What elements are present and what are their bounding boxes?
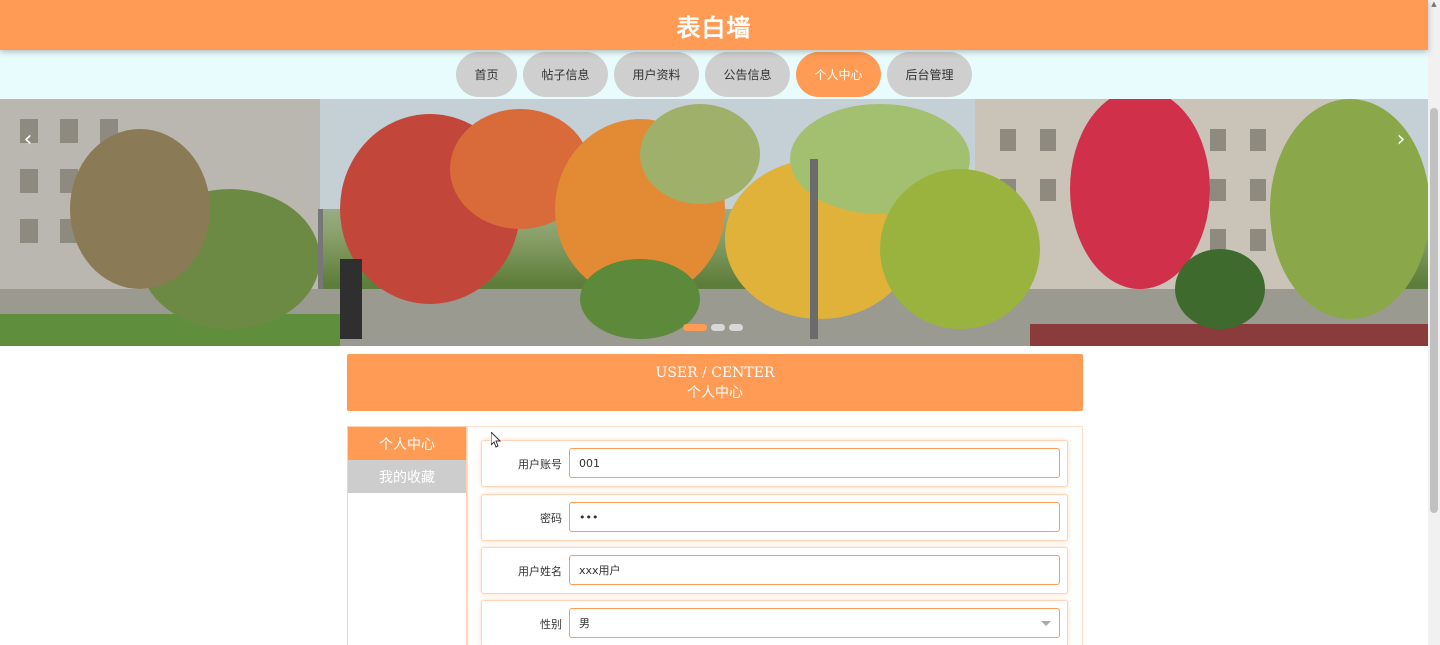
carousel-indicators: [683, 324, 743, 331]
user-sidebar: 个人中心 我的收藏: [347, 426, 467, 645]
carousel-prev-icon[interactable]: ‹: [16, 127, 40, 152]
name-input[interactable]: xxx用户: [569, 555, 1060, 585]
form-row-password: 密码 •••: [481, 494, 1068, 541]
page: 表白墙 首页 帖子信息 用户资料 公告信息 个人中心 后台管理 ‹ › USER…: [0, 0, 1440, 645]
page-scrollbar[interactable]: ▲: [1428, 0, 1440, 645]
carousel-dot[interactable]: [729, 324, 743, 331]
nav-admin[interactable]: 后台管理: [887, 52, 972, 97]
gender-label: 性别: [540, 617, 562, 631]
section-title-cn: 个人中心: [687, 384, 743, 401]
site-header: 表白墙: [0, 0, 1428, 50]
mouse-cursor-icon: [491, 432, 501, 448]
nav-user-center[interactable]: 个人中心: [796, 52, 881, 97]
carousel-next-icon[interactable]: ›: [1389, 127, 1413, 152]
form-row-gender: 性别 男: [481, 600, 1068, 645]
password-input[interactable]: •••: [569, 502, 1060, 532]
banner-carousel[interactable]: ‹ ›: [0, 99, 1428, 346]
scroll-up-icon[interactable]: ▲: [1430, 0, 1438, 8]
banner-image: [0, 99, 1428, 346]
chevron-down-icon: [1041, 621, 1051, 626]
nav-posts[interactable]: 帖子信息: [523, 52, 608, 97]
nav-user-profiles[interactable]: 用户资料: [614, 52, 699, 97]
main-nav: 首页 帖子信息 用户资料 公告信息 个人中心 后台管理: [0, 50, 1428, 99]
sidebar-item-favorites[interactable]: 我的收藏: [348, 460, 466, 493]
carousel-dot[interactable]: [711, 324, 725, 331]
sidebar-item-user-center[interactable]: 个人中心: [348, 427, 466, 460]
nav-home[interactable]: 首页: [456, 52, 517, 97]
section-title-en: USER / CENTER: [655, 364, 775, 381]
scrollbar-thumb[interactable]: [1430, 108, 1438, 513]
name-label: 用户姓名: [518, 564, 562, 578]
carousel-dot[interactable]: [683, 324, 707, 331]
nav-announcements[interactable]: 公告信息: [705, 52, 790, 97]
site-title: 表白墙: [676, 13, 752, 42]
form-row-account: 用户账号 001: [481, 440, 1068, 487]
section-title: USER / CENTER 个人中心: [347, 354, 1083, 411]
gender-select-value: 男: [579, 617, 590, 630]
account-input[interactable]: 001: [569, 448, 1060, 478]
gender-select[interactable]: 男: [569, 608, 1060, 638]
password-label: 密码: [540, 511, 562, 525]
form-row-name: 用户姓名 xxx用户: [481, 547, 1068, 594]
